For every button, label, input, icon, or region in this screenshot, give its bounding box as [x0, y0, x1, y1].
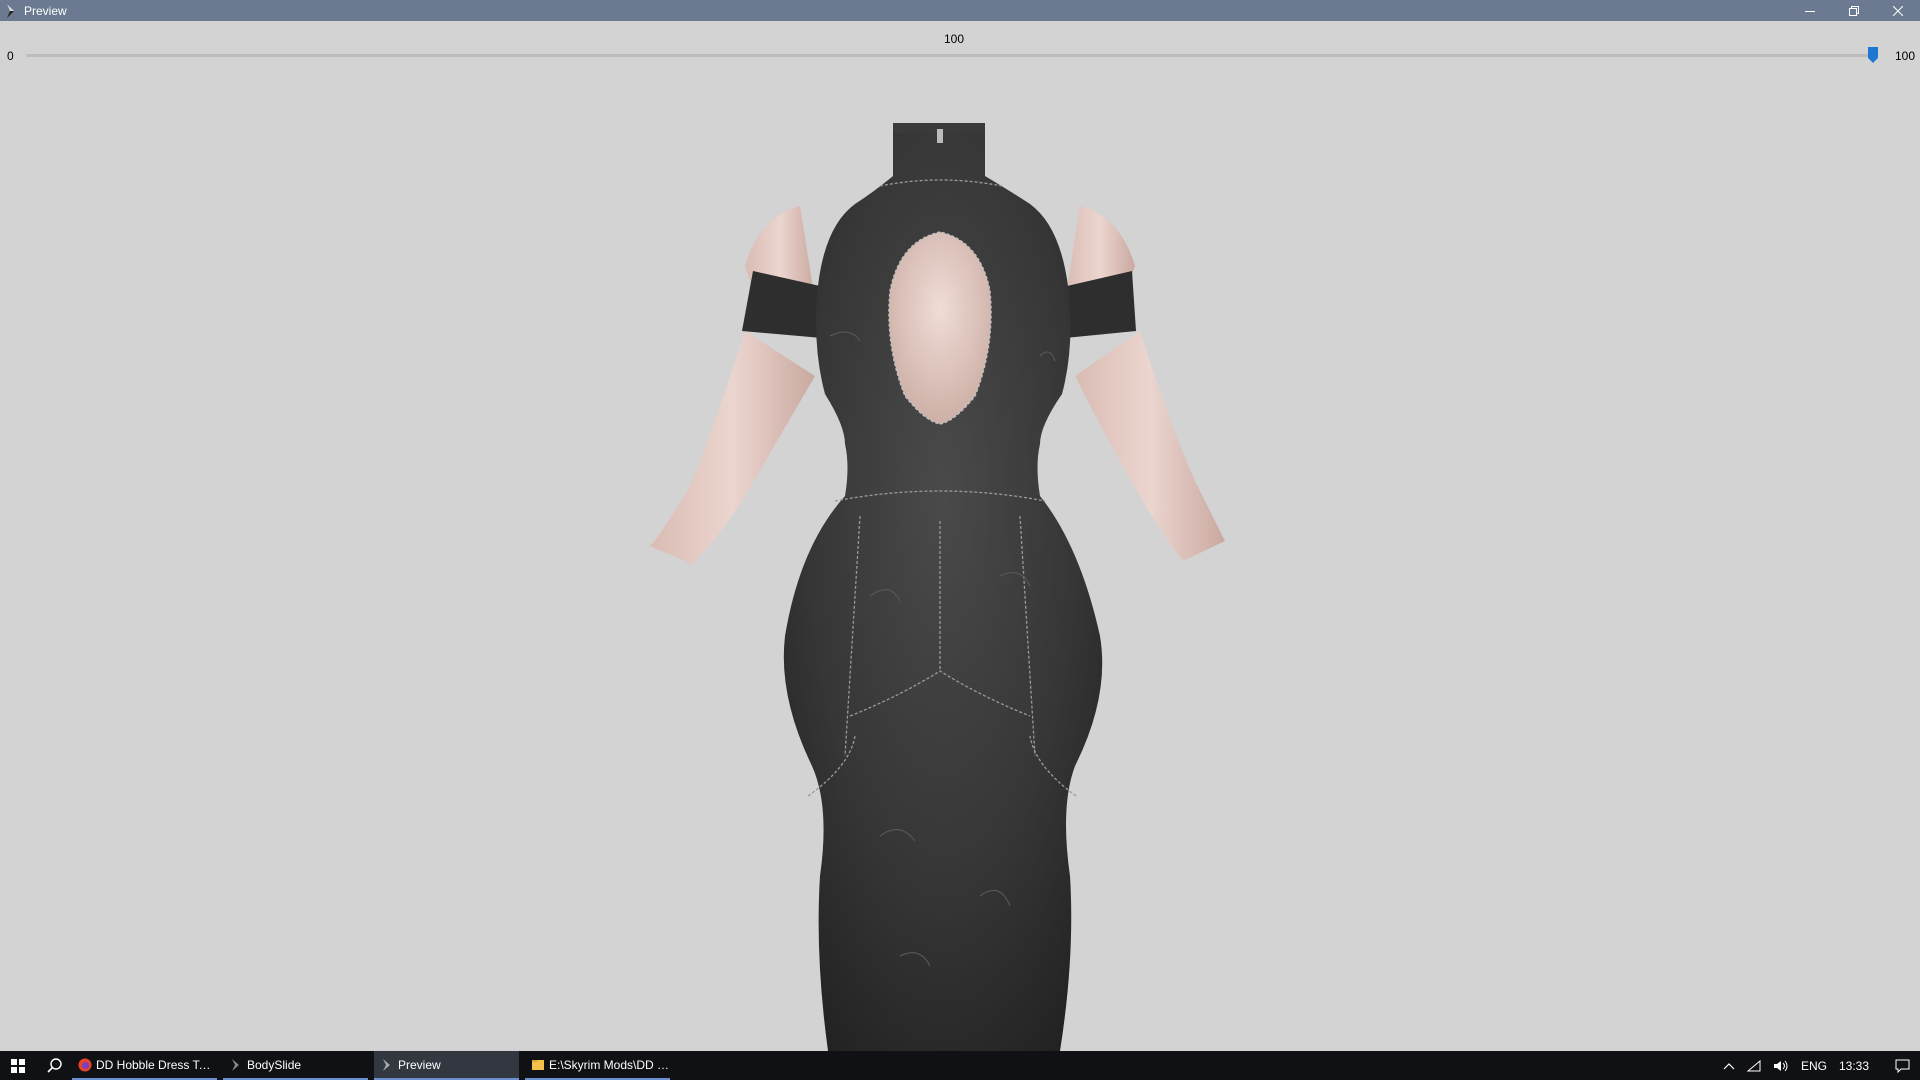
taskbar-item-preview[interactable]: Preview	[374, 1051, 519, 1080]
network-button[interactable]	[1746, 1059, 1761, 1072]
folder-icon	[532, 1059, 544, 1070]
taskbar-item-label: BodySlide	[247, 1057, 302, 1072]
slider-panel: 100 0 100	[0, 21, 1920, 76]
windows-icon	[11, 1058, 25, 1073]
slider-min-label: 0	[7, 49, 14, 63]
network-icon	[1746, 1059, 1761, 1071]
volume-button[interactable]	[1773, 1060, 1789, 1072]
slider-track[interactable]	[26, 54, 1878, 57]
volume-icon	[1773, 1060, 1788, 1071]
tray-overflow-button[interactable]	[1723, 1062, 1735, 1070]
close-button[interactable]	[1876, 0, 1920, 21]
search-icon	[46, 1058, 62, 1073]
firefox-icon	[78, 1058, 92, 1071]
start-button[interactable]	[0, 1051, 36, 1080]
bodyslide-icon	[383, 1058, 390, 1071]
taskbar-item-firefox[interactable]: DD Hobble Dress Text...	[72, 1051, 217, 1080]
window-title: Preview	[24, 3, 67, 18]
slider-thumb[interactable]	[1868, 47, 1878, 63]
language-indicator[interactable]: ENG	[1801, 1059, 1827, 1073]
taskbar-item-bodyslide[interactable]: BodySlide	[223, 1051, 368, 1080]
system-tray: ENG 13:33	[1711, 1051, 1920, 1080]
taskbar-item-label: DD Hobble Dress Text...	[96, 1057, 217, 1072]
clock[interactable]: 13:33	[1839, 1059, 1869, 1073]
restore-button[interactable]	[1832, 0, 1876, 21]
minimize-icon	[1805, 10, 1815, 12]
chevron-up-icon	[1723, 1062, 1735, 1069]
title-bar: Preview	[0, 0, 1920, 21]
taskbar-item-label: E:\Skyrim Mods\DD R...	[549, 1057, 670, 1072]
slider-max-label: 100	[1895, 49, 1916, 63]
slider-value-label: 100	[944, 32, 965, 46]
notifications-icon	[1895, 1059, 1910, 1073]
search-button[interactable]	[36, 1051, 72, 1080]
taskbar: DD Hobble Dress Text... BodySlide Previe…	[0, 1051, 1920, 1080]
close-icon	[1893, 5, 1903, 16]
app-icon	[7, 3, 14, 18]
zipper-pull	[937, 129, 943, 143]
dress-model-render	[650, 123, 1225, 1051]
restore-icon	[1849, 5, 1859, 16]
taskbar-item-explorer[interactable]: E:\Skyrim Mods\DD R...	[525, 1051, 670, 1080]
preview-viewport[interactable]	[0, 76, 1920, 1051]
minimize-button[interactable]	[1788, 0, 1832, 21]
notifications-button[interactable]	[1889, 1059, 1916, 1073]
taskbar-item-label: Preview	[398, 1057, 441, 1072]
bodyslide-icon	[232, 1058, 239, 1071]
